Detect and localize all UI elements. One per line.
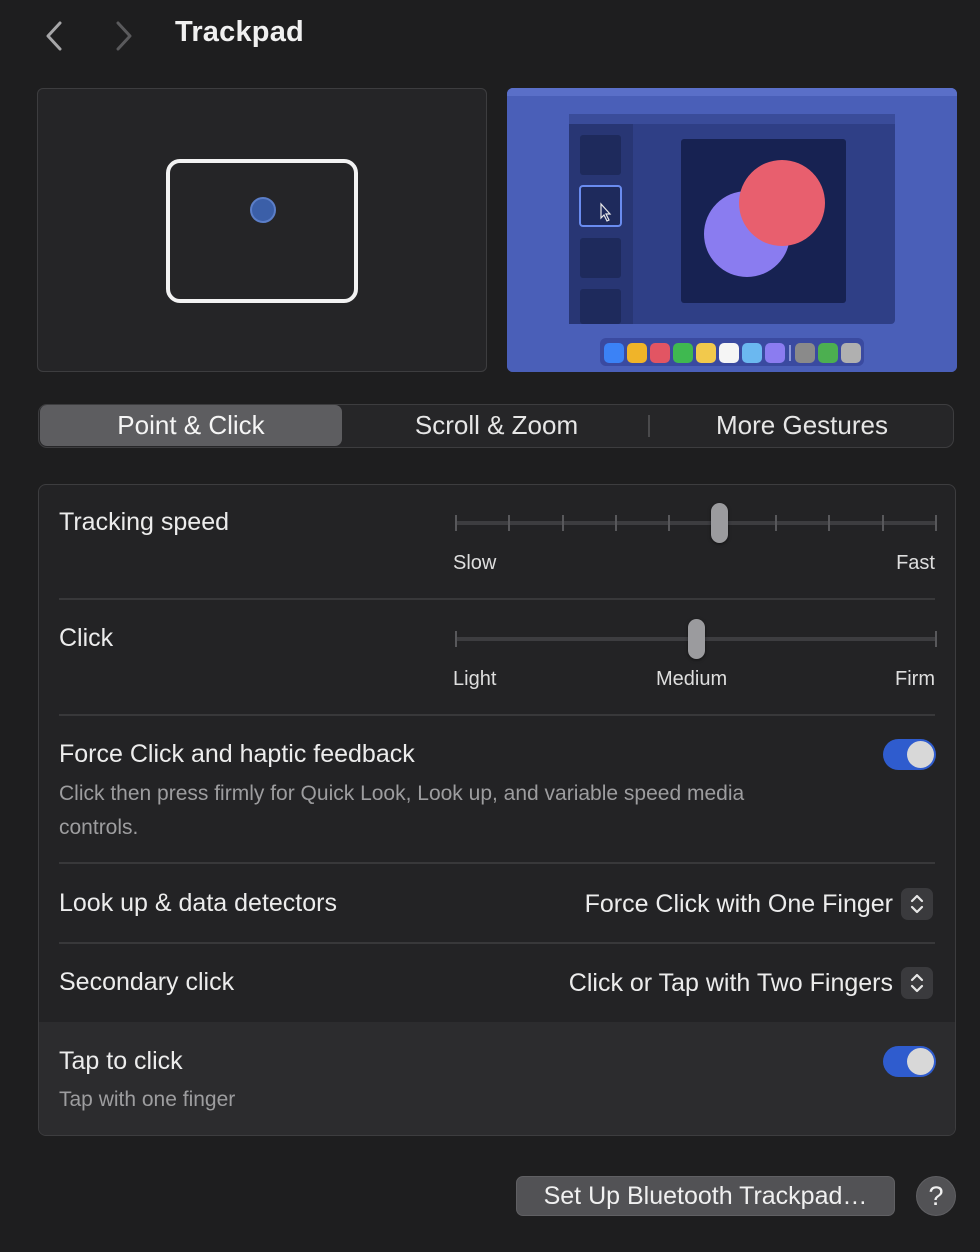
gesture-demo-preview (507, 88, 957, 372)
toolbar: Trackpad (0, 0, 980, 72)
force-click-toggle[interactable] (883, 739, 936, 770)
dock-app-icon (696, 343, 716, 363)
medium-label: Medium (656, 668, 728, 690)
dock (604, 343, 861, 363)
dock-app-icon (627, 343, 647, 363)
divider (59, 862, 935, 864)
slow-label: Slow (453, 552, 497, 574)
chevron-right-icon (116, 21, 132, 51)
click-firmness-slider[interactable] (455, 619, 937, 659)
fast-label: Fast (896, 552, 935, 574)
secondary-click-label: Secondary click (59, 968, 235, 996)
toggle-knob (907, 1048, 934, 1075)
tap-to-click-label: Tap to click (59, 1047, 183, 1075)
tap-to-click-toggle[interactable] (883, 1046, 936, 1077)
divider (59, 714, 935, 716)
tab-bar: Point & Click Scroll & Zoom More Gesture… (38, 404, 954, 448)
tab-scroll-and-zoom[interactable]: Scroll & Zoom (344, 405, 649, 446)
demo-screen-illustration (507, 88, 957, 372)
slider-knob[interactable] (687, 619, 705, 659)
slider-tick (935, 631, 937, 647)
slider-knob[interactable] (710, 503, 728, 543)
back-button[interactable] (34, 14, 74, 58)
chevron-left-icon (46, 21, 62, 51)
divider (59, 942, 935, 944)
firm-label: Firm (895, 668, 935, 690)
force-click-description: Click then press firmly for Quick Look, … (59, 782, 745, 839)
dock-app-icon (818, 343, 838, 363)
slider-tick (881, 515, 884, 531)
secondary-click-popup[interactable]: Click or Tap with Two Fingers (569, 965, 933, 1001)
dock-app-icon (673, 343, 693, 363)
tab-point-and-click[interactable]: Point & Click (40, 405, 342, 446)
lookup-label: Look up & data detectors (59, 889, 337, 917)
trackpad-preview (37, 88, 487, 372)
help-button[interactable]: ? (916, 1176, 956, 1216)
tracking-speed-label: Tracking speed (59, 508, 229, 536)
tap-to-click-row-highlight (39, 1022, 955, 1135)
settings-group: Tracking speed Slow Fast Click Light Med… (38, 484, 956, 1136)
slider-track (455, 521, 937, 525)
force-click-label: Force Click and haptic feedback (59, 740, 415, 768)
slider-tick (668, 515, 671, 531)
slider-tick (561, 515, 564, 531)
slider-tick (455, 631, 457, 647)
dock-app-icon (650, 343, 670, 363)
dock-separator (789, 345, 791, 361)
dock-app-icon (742, 343, 762, 363)
forward-button[interactable] (104, 14, 144, 58)
dock-app-icon (604, 343, 624, 363)
lookup-value: Force Click with One Finger (584, 889, 893, 918)
slider-tick (775, 515, 777, 531)
setup-bluetooth-trackpad-button[interactable]: Set Up Bluetooth Trackpad… (516, 1176, 895, 1216)
lookup-popup[interactable]: Force Click with One Finger (585, 886, 933, 922)
touch-point-indicator (250, 197, 276, 223)
slider-tick (935, 515, 937, 531)
chevron-up-down-icon (901, 888, 933, 920)
tracking-speed-slider[interactable] (455, 503, 937, 543)
chevron-up-down-icon (901, 967, 933, 999)
click-label: Click (59, 624, 114, 652)
tap-to-click-description: Tap with one finger (59, 1088, 236, 1111)
slider-tick (455, 515, 457, 531)
secondary-click-value: Click or Tap with Two Fingers (568, 968, 893, 997)
slider-tick (615, 515, 617, 531)
toggle-knob (907, 741, 934, 768)
dock-app-icon (795, 343, 815, 363)
dock-app-icon (719, 343, 739, 363)
dock-app-icon (765, 343, 785, 363)
tab-more-gestures[interactable]: More Gestures (651, 405, 953, 446)
divider (59, 598, 935, 600)
dock-app-icon (841, 343, 861, 363)
slider-tick (508, 515, 511, 531)
slider-tick (828, 515, 831, 531)
page-title: Trackpad (175, 16, 304, 48)
trackpad-illustration (166, 159, 358, 303)
light-label: Light (453, 668, 497, 690)
tab-divider (648, 415, 650, 437)
